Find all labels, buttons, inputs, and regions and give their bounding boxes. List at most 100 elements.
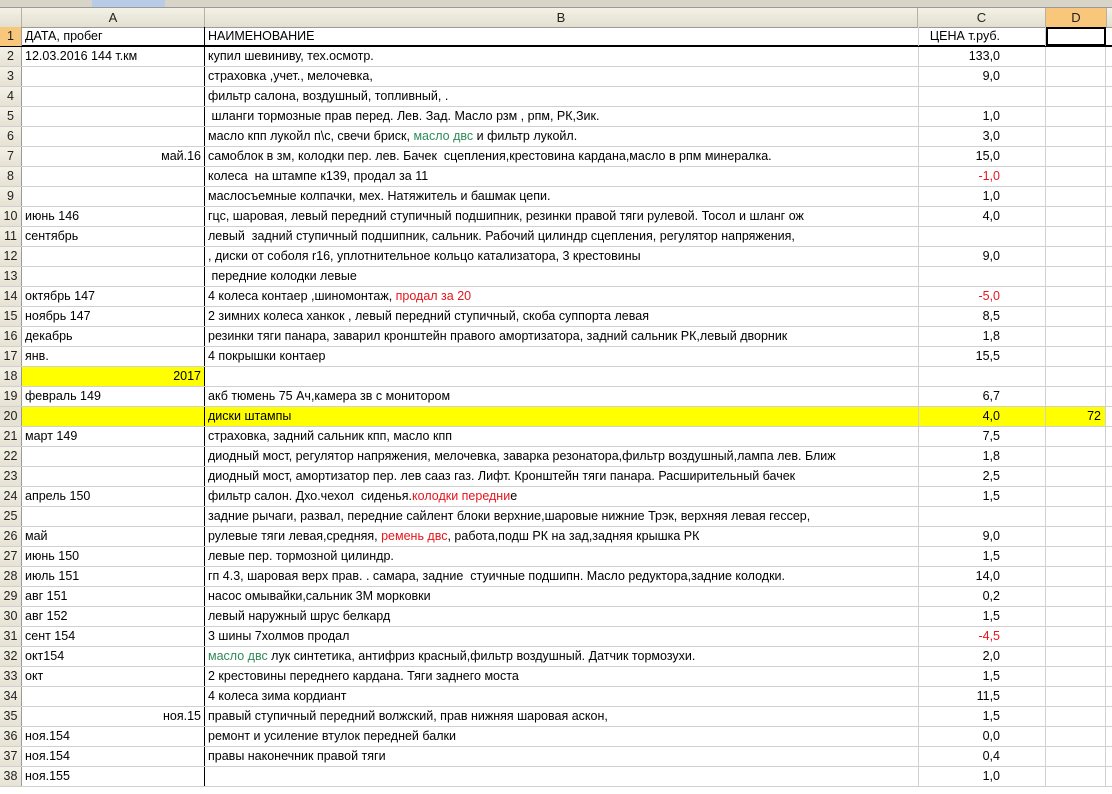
cell-c[interactable]: 8,5 bbox=[918, 307, 1046, 326]
cell-d[interactable] bbox=[1046, 487, 1106, 506]
cell-a[interactable]: апрель 150 bbox=[22, 487, 205, 506]
cell-c[interactable]: 4,0 bbox=[918, 407, 1046, 426]
cell-c[interactable]: 9,0 bbox=[918, 247, 1046, 266]
cell-a[interactable]: июнь 146 bbox=[22, 207, 205, 226]
cell-c[interactable]: 15,5 bbox=[918, 347, 1046, 366]
column-header-d[interactable]: D bbox=[1046, 8, 1107, 27]
row-header[interactable]: 14 bbox=[0, 287, 22, 306]
row-header[interactable]: 4 bbox=[0, 87, 22, 106]
cell-a[interactable]: декабрь bbox=[22, 327, 205, 346]
cell-d[interactable] bbox=[1046, 767, 1106, 786]
cell-c[interactable]: 2,0 bbox=[918, 647, 1046, 666]
cell-b[interactable]: 2 крестовины переднего кардана. Тяги зад… bbox=[205, 667, 918, 686]
row-header[interactable]: 6 bbox=[0, 127, 22, 146]
cell-a[interactable]: окт154 bbox=[22, 647, 205, 666]
cell-c[interactable]: 1,8 bbox=[918, 447, 1046, 466]
cell-c[interactable]: 1,5 bbox=[918, 487, 1046, 506]
cell-c[interactable]: 1,5 bbox=[918, 607, 1046, 626]
cell-b[interactable]: 2 зимних колеса ханкок , левый передний … bbox=[205, 307, 918, 326]
cell-d[interactable] bbox=[1046, 587, 1106, 606]
cell-b[interactable]: самоблок в зм, колодки пер. лев. Бачек с… bbox=[205, 147, 918, 166]
cell-a[interactable] bbox=[22, 267, 205, 286]
row-header[interactable]: 17 bbox=[0, 347, 22, 366]
cell-d[interactable] bbox=[1046, 447, 1106, 466]
cell-c[interactable]: 1,5 bbox=[918, 547, 1046, 566]
cell-a[interactable] bbox=[22, 247, 205, 266]
cell-b[interactable]: 4 колеса зима кордиант bbox=[205, 687, 918, 706]
cell-c[interactable]: 7,5 bbox=[918, 427, 1046, 446]
cell-d[interactable] bbox=[1046, 107, 1106, 126]
row-header[interactable]: 33 bbox=[0, 667, 22, 686]
cell-b[interactable]: 4 покрышки контаер bbox=[205, 347, 918, 366]
cell-c[interactable]: 1,5 bbox=[918, 667, 1046, 686]
cell-b[interactable]: колеса на штампе к139, продал за 11 bbox=[205, 167, 918, 186]
cell-c[interactable]: 9,0 bbox=[918, 67, 1046, 86]
row-header[interactable]: 32 bbox=[0, 647, 22, 666]
cell-d[interactable] bbox=[1046, 147, 1106, 166]
cell-c[interactable] bbox=[918, 227, 1046, 246]
cell-a[interactable]: авг 152 bbox=[22, 607, 205, 626]
cell-b[interactable]: масло двс лук синтетика, антифриз красны… bbox=[205, 647, 918, 666]
cell-c[interactable] bbox=[918, 87, 1046, 106]
cell-d[interactable] bbox=[1046, 467, 1106, 486]
cell-c[interactable]: 6,7 bbox=[918, 387, 1046, 406]
cell-b[interactable]: 4 колеса контаер ,шиномонтаж, продал за … bbox=[205, 287, 918, 306]
cell-d[interactable] bbox=[1046, 547, 1106, 566]
row-header[interactable]: 21 bbox=[0, 427, 22, 446]
cell-b[interactable]: , диски от соболя r16, уплотнительное ко… bbox=[205, 247, 918, 266]
cell-b[interactable]: левый наружный шрус белкард bbox=[205, 607, 918, 626]
cell-a[interactable]: ноя.154 bbox=[22, 727, 205, 746]
row-header[interactable]: 20 bbox=[0, 407, 22, 426]
cell-b[interactable]: передние колодки левые bbox=[205, 267, 918, 286]
cell-c[interactable]: 14,0 bbox=[918, 567, 1046, 586]
cell-b[interactable]: резинки тяги панара, заварил кронштейн п… bbox=[205, 327, 918, 346]
cell-c[interactable]: 4,0 bbox=[918, 207, 1046, 226]
cell-a[interactable]: окт bbox=[22, 667, 205, 686]
cell-d[interactable] bbox=[1046, 567, 1106, 586]
cell-c[interactable] bbox=[918, 507, 1046, 526]
cell-c[interactable]: 2,5 bbox=[918, 467, 1046, 486]
cell-c[interactable]: 9,0 bbox=[918, 527, 1046, 546]
cell-b[interactable]: купил шевиниву, тех.осмотр. bbox=[205, 47, 918, 66]
cell-d[interactable] bbox=[1046, 667, 1106, 686]
row-header[interactable]: 7 bbox=[0, 147, 22, 166]
cell-a[interactable] bbox=[22, 107, 205, 126]
cell-c[interactable]: 3,0 bbox=[918, 127, 1046, 146]
cell-a[interactable] bbox=[22, 507, 205, 526]
cell-d[interactable] bbox=[1046, 187, 1106, 206]
cell-d[interactable] bbox=[1046, 647, 1106, 666]
cell-a[interactable]: 12.03.2016 144 т.км bbox=[22, 47, 205, 66]
name-box-selection[interactable] bbox=[92, 0, 165, 7]
row-header[interactable]: 18 bbox=[0, 367, 22, 386]
row-header[interactable]: 28 bbox=[0, 567, 22, 586]
cell-a[interactable] bbox=[22, 467, 205, 486]
cell-b[interactable]: 3 шины 7холмов продал bbox=[205, 627, 918, 646]
cell-a[interactable]: авг 151 bbox=[22, 587, 205, 606]
cell-a[interactable]: ДАТА, пробег bbox=[22, 27, 205, 46]
cell-d[interactable]: 72 bbox=[1046, 407, 1106, 426]
cell-b[interactable]: ремонт и усиление втулок передней балки bbox=[205, 727, 918, 746]
cell-c[interactable] bbox=[918, 267, 1046, 286]
row-header[interactable]: 16 bbox=[0, 327, 22, 346]
cell-a[interactable]: ноя.15 bbox=[22, 707, 205, 726]
cell-b[interactable]: фильтр салон. Дхо.чехол сиденья.колодки … bbox=[205, 487, 918, 506]
cell-d[interactable] bbox=[1046, 287, 1106, 306]
cell-d[interactable] bbox=[1046, 47, 1106, 66]
row-header[interactable]: 9 bbox=[0, 187, 22, 206]
cell-c[interactable]: -4,5 bbox=[918, 627, 1046, 646]
row-header[interactable]: 30 bbox=[0, 607, 22, 626]
cell-c[interactable] bbox=[918, 367, 1046, 386]
row-header[interactable]: 27 bbox=[0, 547, 22, 566]
cell-a[interactable]: сент 154 bbox=[22, 627, 205, 646]
row-header[interactable]: 8 bbox=[0, 167, 22, 186]
cell-a[interactable] bbox=[22, 407, 205, 426]
cell-a[interactable]: ноя.154 bbox=[22, 747, 205, 766]
row-header[interactable]: 10 bbox=[0, 207, 22, 226]
select-all-corner[interactable] bbox=[0, 8, 22, 27]
cell-d[interactable] bbox=[1046, 27, 1106, 46]
cell-b[interactable]: маслосъемные колпачки, мех. Натяжитель и… bbox=[205, 187, 918, 206]
cell-a[interactable]: май.16 bbox=[22, 147, 205, 166]
cell-c[interactable]: 15,0 bbox=[918, 147, 1046, 166]
row-header[interactable]: 26 bbox=[0, 527, 22, 546]
cell-b[interactable]: масло кпп лукойл п\с, свечи бриск, масло… bbox=[205, 127, 918, 146]
